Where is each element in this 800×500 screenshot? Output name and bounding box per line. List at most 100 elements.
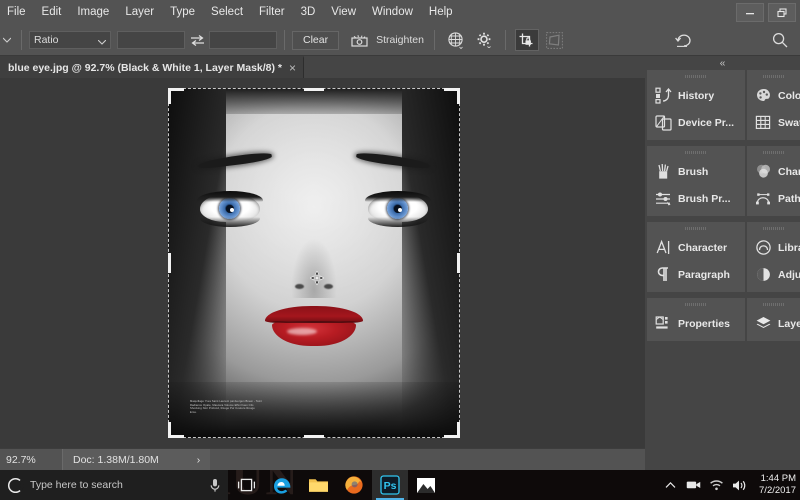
crop-handle-bottom-left[interactable]: [168, 422, 184, 438]
panel-tab-character[interactable]: Character: [647, 234, 745, 261]
dock-collapse-button[interactable]: «: [645, 56, 800, 70]
upper-lashes: [197, 191, 263, 202]
menu-image[interactable]: Image: [69, 0, 117, 25]
straighten-icon[interactable]: [347, 29, 371, 51]
panel-tab-properties[interactable]: Properties: [647, 310, 745, 337]
restore-button[interactable]: [768, 3, 796, 22]
panel-tab-libraries[interactable]: Libraries: [747, 234, 800, 261]
menu-view[interactable]: View: [323, 0, 364, 25]
panel-grip[interactable]: [685, 75, 707, 78]
panel-grip[interactable]: [685, 227, 707, 230]
color-palette-icon: [754, 87, 772, 105]
panel-label: Channels: [778, 166, 800, 178]
panel-tab-swatches[interactable]: Swatches: [747, 109, 800, 136]
hardware-icon[interactable]: [686, 479, 701, 491]
crop-shield-lock-icon[interactable]: [515, 29, 539, 51]
panel-tab-paragraph[interactable]: Paragraph: [647, 261, 745, 288]
options-bar: Ratio Clear Straighten: [0, 25, 800, 56]
photoshop-window: File Edit Image Layer Type Select Filter…: [0, 0, 800, 500]
taskbar-clock[interactable]: 1:44 PM 7/2/2017: [755, 473, 796, 497]
reset-arrow-icon[interactable]: [672, 29, 696, 51]
menu-edit[interactable]: Edit: [34, 0, 70, 25]
panel-tab-color[interactable]: Color: [747, 82, 800, 109]
divider: [284, 30, 285, 50]
straighten-label[interactable]: Straighten: [376, 34, 424, 46]
crop-handle-top-left[interactable]: [168, 88, 184, 104]
taskbar-edge-button[interactable]: [264, 470, 300, 500]
panel-tab-history[interactable]: History: [647, 82, 745, 109]
close-icon[interactable]: ×: [289, 62, 296, 74]
menu-help[interactable]: Help: [421, 0, 461, 25]
swap-arrows-icon[interactable]: [185, 34, 209, 47]
menu-layer[interactable]: Layer: [117, 0, 162, 25]
crop-handle-bottom-right[interactable]: [444, 422, 460, 438]
menu-file[interactable]: File: [0, 0, 34, 25]
device-preview-icon: [654, 114, 672, 132]
clock-time: 1:44 PM: [761, 473, 796, 485]
panel-grip[interactable]: [763, 75, 785, 78]
perspective-crop-icon[interactable]: [543, 29, 567, 51]
volume-icon[interactable]: [732, 479, 747, 492]
document-tab[interactable]: blue eye.jpg @ 92.7% (Black & White 1, L…: [0, 56, 304, 78]
crop-handle-top-right[interactable]: [444, 88, 460, 104]
canvas-area[interactable]: Maquillage Yves Saint Laurent parJuergen…: [0, 78, 645, 448]
grid-overlay-icon[interactable]: [444, 29, 468, 51]
menu-3d[interactable]: 3D: [293, 0, 324, 25]
taskbar-search-box[interactable]: Type here to search: [0, 470, 228, 500]
panel-tab-adjustments[interactable]: Adjustments: [747, 261, 800, 288]
status-expand-icon[interactable]: ›: [197, 454, 201, 466]
taskbar-firefox-button[interactable]: [336, 470, 372, 500]
panel-grip[interactable]: [685, 151, 707, 154]
panel-tab-brush[interactable]: Brush: [647, 158, 745, 185]
gear-icon[interactable]: [472, 29, 496, 51]
search-icon[interactable]: [768, 29, 792, 51]
network-icon[interactable]: [709, 479, 724, 491]
crop-height-input[interactable]: [209, 31, 277, 49]
panel-grip[interactable]: [763, 227, 785, 230]
clear-button[interactable]: Clear: [292, 31, 339, 50]
document-size-info[interactable]: Doc: 1.38M/1.80M ›: [62, 449, 210, 471]
panel-grip[interactable]: [685, 303, 707, 306]
dock-column-left: History Device Pr...: [647, 70, 745, 341]
crop-handle-bottom-center[interactable]: [304, 435, 324, 438]
crop-width-input[interactable]: [117, 31, 185, 49]
divider: [21, 30, 22, 50]
show-hidden-icons-chevron-up-icon[interactable]: [663, 481, 678, 489]
panel-label: Color: [778, 90, 800, 102]
taskbar-file-explorer-button[interactable]: [300, 470, 336, 500]
panel-grip[interactable]: [763, 303, 785, 306]
taskbar-task-view-button[interactable]: [228, 470, 264, 500]
menu-bar: File Edit Image Layer Type Select Filter…: [0, 0, 800, 25]
panel-tab-brush-presets[interactable]: Brush Pr...: [647, 185, 745, 212]
panel-tab-layers[interactable]: Layers: [747, 310, 800, 337]
crop-ratio-value: Ratio: [34, 34, 59, 46]
document-tab-bar: blue eye.jpg @ 92.7% (Black & White 1, L…: [0, 56, 645, 78]
menu-select[interactable]: Select: [203, 0, 251, 25]
crop-ratio-select[interactable]: Ratio: [29, 31, 111, 49]
menu-window[interactable]: Window: [364, 0, 421, 25]
status-bar: 92.7% Doc: 1.38M/1.80M ›: [0, 448, 645, 470]
panel-tab-channels[interactable]: Channels: [747, 158, 800, 185]
catchlight: [230, 208, 234, 212]
tool-preset-chevron-down-icon[interactable]: [0, 37, 14, 43]
panel-grip[interactable]: [763, 151, 785, 154]
microphone-icon[interactable]: [202, 478, 228, 493]
taskbar-photos-button[interactable]: [408, 470, 444, 500]
divider: [434, 30, 435, 50]
taskbar-photoshop-button[interactable]: Ps: [372, 470, 408, 500]
panel-label: Layers: [778, 318, 800, 330]
panel-tab-paths[interactable]: Paths: [747, 185, 800, 212]
panel-tab-device-preview[interactable]: Device Pr...: [647, 109, 745, 136]
menu-filter[interactable]: Filter: [251, 0, 293, 25]
crop-handle-left-middle[interactable]: [168, 253, 171, 273]
panel-group-brush: Brush Brush Pr...: [647, 146, 745, 216]
minimize-button[interactable]: [736, 3, 764, 22]
menu-type[interactable]: Type: [162, 0, 203, 25]
crop-handle-top-center[interactable]: [304, 88, 324, 91]
zoom-level[interactable]: 92.7%: [0, 454, 62, 466]
channels-icon: [754, 163, 772, 181]
panel-label: Properties: [678, 318, 730, 330]
crop-handle-right-middle[interactable]: [457, 253, 460, 273]
document-image[interactable]: Maquillage Yves Saint Laurent parJuergen…: [168, 88, 460, 438]
cortana-circle-icon[interactable]: [0, 477, 30, 494]
